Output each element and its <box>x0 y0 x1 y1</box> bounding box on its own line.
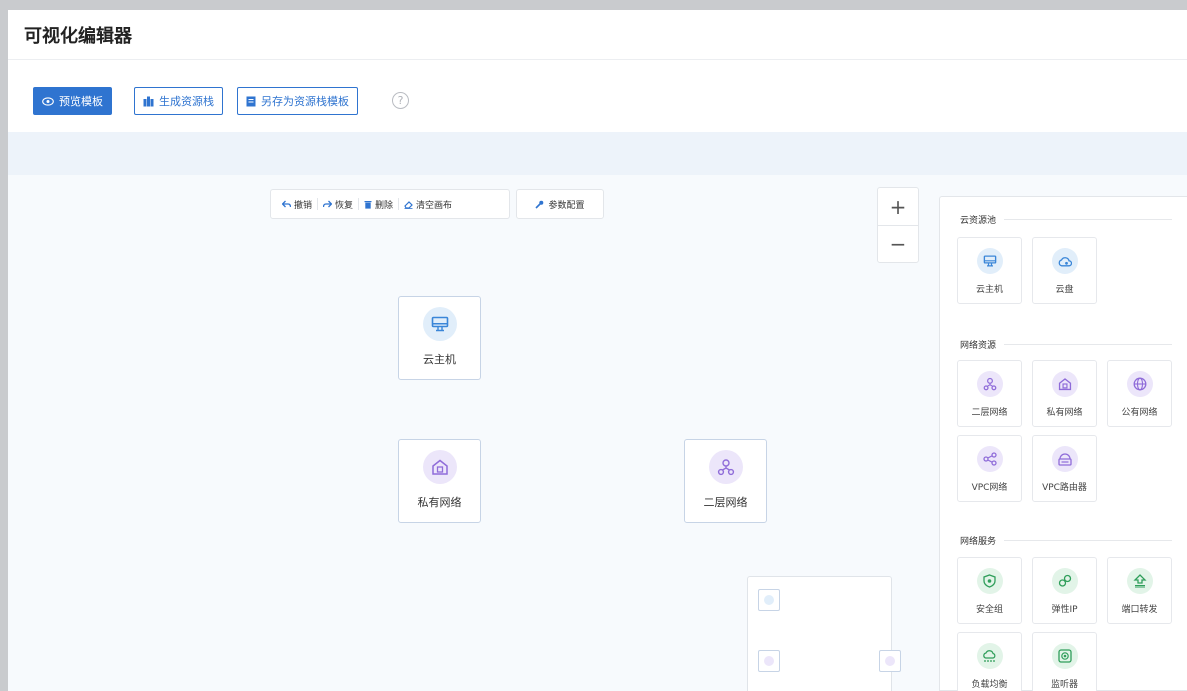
private-network-icon <box>764 656 774 666</box>
undo-icon <box>282 200 291 208</box>
palette-item-label: 安全组 <box>975 605 1003 615</box>
zoom-out-button[interactable]: − <box>878 225 918 262</box>
router-icon <box>1051 446 1078 472</box>
save-as-template-label: 另存为资源栈模板 <box>261 95 349 108</box>
palette-item-l2-network[interactable]: 二层网络 <box>957 360 1022 427</box>
canvas-node-private-network[interactable]: 私有网络 <box>398 439 481 523</box>
palette-item-port-forwarding[interactable]: 端口转发 <box>1107 557 1172 624</box>
eye-icon <box>42 96 54 106</box>
node-label: 私有网络 <box>417 496 462 509</box>
redo-button[interactable]: 恢复 <box>318 198 358 211</box>
private-network-icon <box>422 450 457 484</box>
shield-icon <box>976 568 1003 594</box>
page-title: 可视化编辑器 <box>24 26 132 47</box>
clear-canvas-button[interactable]: 清空画布 <box>399 198 457 211</box>
palette-item-label: 负载均衡 <box>971 680 1008 690</box>
l2-network-icon <box>708 450 743 484</box>
minimap-node-private-network <box>758 650 780 672</box>
load-balancer-icon <box>976 643 1003 669</box>
palette-item-label: VPC路由器 <box>1042 483 1087 493</box>
palette-item-label: 端口转发 <box>1121 605 1158 615</box>
param-config-label: 参数配置 <box>548 200 585 211</box>
eraser-icon <box>404 200 413 209</box>
palette-item-listener[interactable]: 监听器 <box>1032 632 1097 691</box>
monitor-icon <box>422 307 457 341</box>
editor-window: 可视化编辑器 预览模板 生成资源栈 另存为资源栈模板 ? 撤销 恢复 删除 清空… <box>8 10 1187 691</box>
help-icon[interactable]: ? <box>392 92 409 109</box>
palette-item-label: 二层网络 <box>971 408 1008 418</box>
palette-item-security-group[interactable]: 安全组 <box>957 557 1022 624</box>
toolbar: 预览模板 生成资源栈 另存为资源栈模板 ? <box>8 60 1187 132</box>
node-label: 云主机 <box>423 353 456 366</box>
info-band <box>8 132 1187 175</box>
generate-stack-button[interactable]: 生成资源栈 <box>134 87 223 115</box>
redo-icon <box>323 200 333 208</box>
palette-item-load-balancer[interactable]: 负载均衡 <box>957 632 1022 691</box>
preview-template-button[interactable]: 预览模板 <box>33 87 112 115</box>
canvas-node-vm[interactable]: 云主机 <box>398 296 481 380</box>
document-icon <box>246 96 256 106</box>
palette-item-vm[interactable]: 云主机 <box>957 237 1022 304</box>
stack-icon <box>143 96 154 106</box>
elastic-ip-icon <box>1051 568 1078 594</box>
palette-item-vpc-router[interactable]: VPC路由器 <box>1032 435 1097 502</box>
palette-item-public-network[interactable]: 公有网络 <box>1107 360 1172 427</box>
l2-network-icon <box>885 656 895 666</box>
palette-group-title: 网络资源 <box>960 338 1172 351</box>
private-network-icon <box>1051 371 1078 397</box>
palette-item-label: 云盘 <box>1055 285 1074 295</box>
zoom-control: + − <box>877 187 919 263</box>
l2-network-icon <box>976 371 1003 397</box>
edit-toolbar: 撤销 恢复 删除 清空画布 <box>270 189 510 219</box>
generate-stack-label: 生成资源栈 <box>159 95 214 108</box>
cloud-disk-icon <box>1051 248 1078 274</box>
undo-label: 撤销 <box>294 200 313 211</box>
canvas-node-l2-network[interactable]: 二层网络 <box>684 439 767 523</box>
delete-button[interactable]: 删除 <box>359 198 398 211</box>
zoom-in-button[interactable]: + <box>878 188 918 225</box>
node-label: 二层网络 <box>703 496 748 509</box>
palette-group-title: 网络服务 <box>960 534 1172 547</box>
page-header: 可视化编辑器 <box>8 10 1187 60</box>
share-nodes-icon <box>976 446 1003 472</box>
wrench-icon <box>535 200 544 209</box>
monitor-icon <box>764 595 774 605</box>
palette-item-label: 云主机 <box>975 285 1003 295</box>
port-forwarding-icon <box>1126 568 1153 594</box>
clear-canvas-label: 清空画布 <box>416 200 453 211</box>
save-as-template-button[interactable]: 另存为资源栈模板 <box>237 87 358 115</box>
preview-template-label: 预览模板 <box>59 95 103 108</box>
palette-item-volume[interactable]: 云盘 <box>1032 237 1097 304</box>
globe-icon <box>1126 371 1153 397</box>
palette-item-private-network[interactable]: 私有网络 <box>1032 360 1097 427</box>
minimap-node-vm <box>758 589 780 611</box>
listener-icon <box>1051 643 1078 669</box>
monitor-icon <box>976 248 1003 274</box>
minimap[interactable] <box>747 576 901 691</box>
minimap-node-l2-network <box>879 650 901 672</box>
trash-icon <box>364 200 372 209</box>
palette-item-vpc-network[interactable]: VPC网络 <box>957 435 1022 502</box>
palette-item-label: 公有网络 <box>1121 408 1158 418</box>
palette-item-label: 监听器 <box>1050 680 1078 690</box>
undo-button[interactable]: 撤销 <box>277 198 317 211</box>
resource-palette: 云资源池 云主机 云盘 网络资源 二层网络 私有网络 公有网络 VPC网络 VP… <box>939 196 1187 691</box>
palette-item-label: 弹性IP <box>1051 605 1078 615</box>
palette-item-elastic-ip[interactable]: 弹性IP <box>1032 557 1097 624</box>
palette-group-title: 云资源池 <box>960 213 1172 226</box>
delete-label: 删除 <box>375 200 394 211</box>
palette-item-label: 私有网络 <box>1046 408 1083 418</box>
palette-item-label: VPC网络 <box>971 483 1008 493</box>
redo-label: 恢复 <box>335 200 354 211</box>
param-config-button[interactable]: 参数配置 <box>516 189 604 219</box>
